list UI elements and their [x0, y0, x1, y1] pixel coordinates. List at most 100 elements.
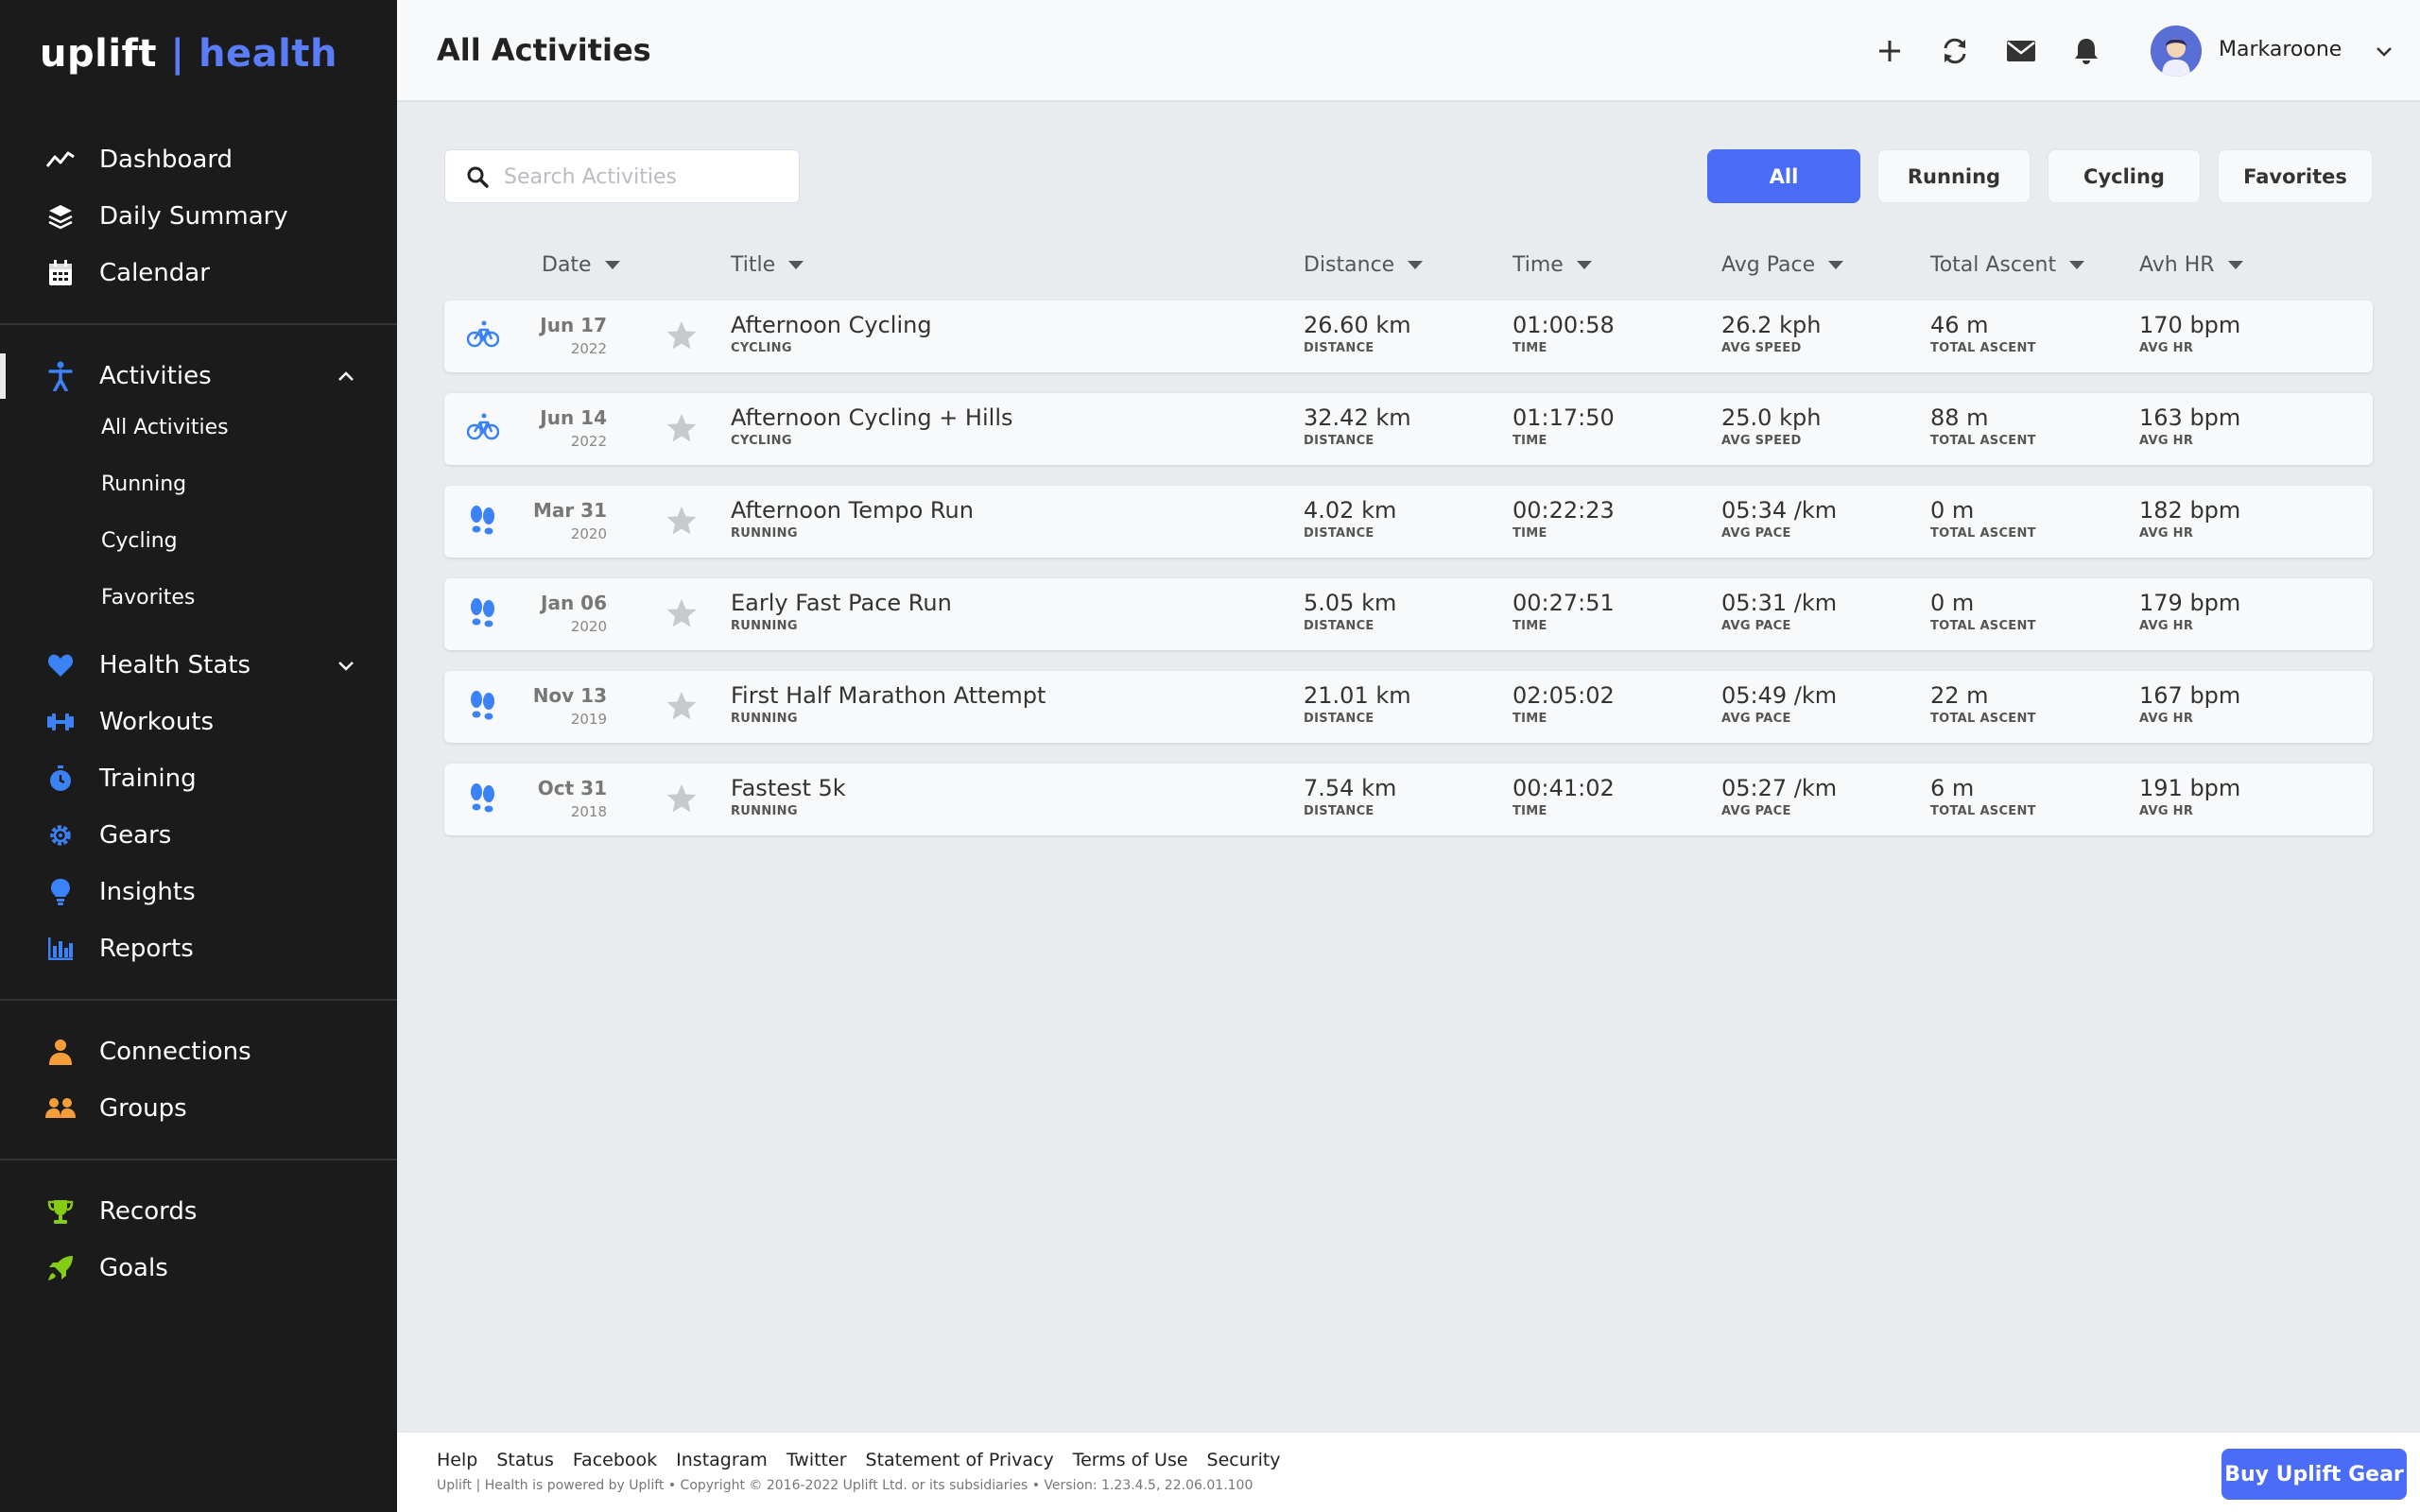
activity-title[interactable]: Early Fast Pace Run — [731, 590, 952, 616]
activity-row[interactable]: Jun 14 2022 Afternoon Cycling + Hills CYCLI… — [444, 393, 2373, 465]
star-icon[interactable] — [666, 505, 698, 537]
activity-row[interactable]: Nov 13 2019 First Half Marathon Attempt RUN… — [444, 671, 2373, 743]
nav-dashboard[interactable]: Dashboard — [0, 133, 397, 186]
search-input[interactable] — [504, 160, 787, 194]
sort-down-icon — [2069, 261, 2085, 269]
footprints-icon — [467, 597, 501, 631]
nav-training[interactable]: Training — [0, 752, 397, 805]
activity-hr-label: AVG HR — [2139, 341, 2194, 355]
activity-row[interactable]: Jan 06 2020 Early Fast Pace Run RUNNING 5.05… — [444, 578, 2373, 650]
footer-link-facebook[interactable]: Facebook — [573, 1450, 657, 1470]
subnav-running[interactable]: Running — [101, 472, 186, 496]
sort-down-icon — [1576, 261, 1592, 269]
activity-time-label: TIME — [1512, 804, 1547, 818]
nav-records[interactable]: Records — [0, 1185, 397, 1238]
activity-row[interactable]: Oct 31 2018 Fastest 5k RUNNING 7.54 km DISTAN… — [444, 764, 2373, 835]
activity-distance-label: DISTANCE — [1304, 434, 1374, 448]
chevron-down-icon[interactable] — [2375, 42, 2394, 60]
sort-down-icon — [604, 261, 620, 269]
buy-gear-button[interactable]: Buy Uplift Gear — [2221, 1449, 2407, 1500]
activity-title[interactable]: Afternoon Tempo Run — [731, 497, 974, 524]
trend-icon — [45, 145, 76, 175]
footer-link-status[interactable]: Status — [496, 1450, 554, 1470]
activity-hr: 163 bpm — [2139, 404, 2241, 431]
activity-row[interactable]: Mar 31 2020 Afternoon Tempo Run RUNNING 4.02… — [444, 486, 2373, 558]
column-header-distance[interactable]: Distance — [1304, 253, 1424, 277]
nav-activities[interactable]: Activities — [0, 350, 397, 403]
activity-hr-label: AVG HR — [2139, 804, 2194, 818]
search-icon — [466, 165, 489, 192]
activity-title[interactable]: Fastest 5k — [731, 775, 846, 801]
brand-logo[interactable]: uplift | health — [40, 32, 337, 76]
nav-workouts[interactable]: Workouts — [0, 696, 397, 748]
nav-workouts-label: Workouts — [99, 708, 215, 736]
add-icon[interactable] — [1873, 34, 1907, 68]
nav-health-stats[interactable]: Health Stats — [0, 639, 397, 692]
column-header-title[interactable]: Title — [731, 253, 804, 277]
star-icon[interactable] — [666, 782, 698, 815]
nav-groups[interactable]: Groups — [0, 1082, 397, 1135]
star-icon[interactable] — [666, 690, 698, 722]
nav-reports[interactable]: Reports — [0, 922, 397, 975]
column-header-avg-pace-label: Avg Pace — [1721, 253, 1816, 277]
footer-link-help[interactable]: Help — [437, 1450, 477, 1470]
sidebar-divider — [0, 323, 397, 325]
column-header-time[interactable]: Time — [1512, 253, 1592, 277]
column-header-avg-pace[interactable]: Avg Pace — [1721, 253, 1844, 277]
column-header-total-ascent[interactable]: Total Ascent — [1930, 253, 2085, 277]
footer-link-instagram[interactable]: Instagram — [676, 1450, 768, 1470]
footer-link-twitter[interactable]: Twitter — [786, 1450, 847, 1470]
activity-title[interactable]: First Half Marathon Attempt — [731, 682, 1046, 709]
activity-title[interactable]: Afternoon Cycling — [731, 312, 932, 338]
activity-category: CYCLING — [731, 434, 792, 448]
activity-date: Jun 17 — [540, 314, 607, 336]
activity-time: 01:00:58 — [1512, 312, 1615, 338]
column-header-avg-hr[interactable]: Avh HR — [2139, 253, 2243, 277]
nav-records-label: Records — [99, 1197, 198, 1226]
activity-date: Nov 13 — [532, 684, 607, 707]
filter-favorites-button[interactable]: Favorites — [2218, 149, 2373, 203]
nav-connections[interactable]: Connections — [0, 1025, 397, 1078]
nav-gears[interactable]: Gears — [0, 809, 397, 862]
nav-daily-summary[interactable]: Daily Summary — [0, 190, 397, 243]
filter-all-button[interactable]: All — [1707, 149, 1860, 203]
activity-distance-label: DISTANCE — [1304, 526, 1374, 541]
star-icon[interactable] — [666, 412, 698, 444]
subnav-favorites[interactable]: Favorites — [101, 586, 195, 610]
activity-ascent: 6 m — [1930, 775, 1975, 801]
activity-row[interactable]: Jun 17 2022 Afternoon Cycling CYCLING 26.60 … — [444, 301, 2373, 372]
activity-time-label: TIME — [1512, 526, 1547, 541]
activity-hr-label: AVG HR — [2139, 712, 2194, 726]
filter-cycling-button[interactable]: Cycling — [2048, 149, 2201, 203]
mail-icon[interactable] — [2004, 34, 2038, 68]
nav-calendar[interactable]: Calendar — [0, 247, 397, 300]
footer-link-privacy[interactable]: Statement of Privacy — [866, 1450, 1054, 1470]
avatar[interactable] — [2151, 26, 2202, 77]
sync-icon[interactable] — [1938, 34, 1972, 68]
activity-ascent-label: TOTAL ASCENT — [1930, 341, 2036, 355]
filter-running-button[interactable]: Running — [1877, 149, 2031, 203]
activity-title[interactable]: Afternoon Cycling + Hills — [731, 404, 1013, 431]
username[interactable]: Markaroone — [2219, 38, 2342, 61]
page-title: All Activities — [437, 32, 651, 68]
activity-hr: 167 bpm — [2139, 682, 2241, 709]
activity-category: CYCLING — [731, 341, 792, 355]
column-header-date[interactable]: Date — [542, 253, 620, 277]
subnav-cycling[interactable]: Cycling — [101, 529, 178, 553]
star-icon[interactable] — [666, 597, 698, 629]
footer-link-security[interactable]: Security — [1207, 1450, 1281, 1470]
footer-link-terms[interactable]: Terms of Use — [1073, 1450, 1188, 1470]
chevron-up-icon[interactable] — [336, 366, 356, 387]
activity-pace: 25.0 kph — [1721, 404, 1822, 431]
nav-goals[interactable]: Goals — [0, 1242, 397, 1295]
activity-distance: 4.02 km — [1304, 497, 1397, 524]
activity-date: Mar 31 — [532, 499, 607, 522]
subnav-all-activities[interactable]: All Activities — [101, 416, 229, 439]
activity-year: 2019 — [570, 711, 607, 728]
activity-hr: 191 bpm — [2139, 775, 2241, 801]
bell-icon[interactable] — [2069, 34, 2103, 68]
nav-dashboard-label: Dashboard — [99, 146, 233, 174]
star-icon[interactable] — [666, 319, 698, 352]
nav-insights[interactable]: Insights — [0, 866, 397, 919]
chevron-down-icon[interactable] — [336, 655, 356, 676]
